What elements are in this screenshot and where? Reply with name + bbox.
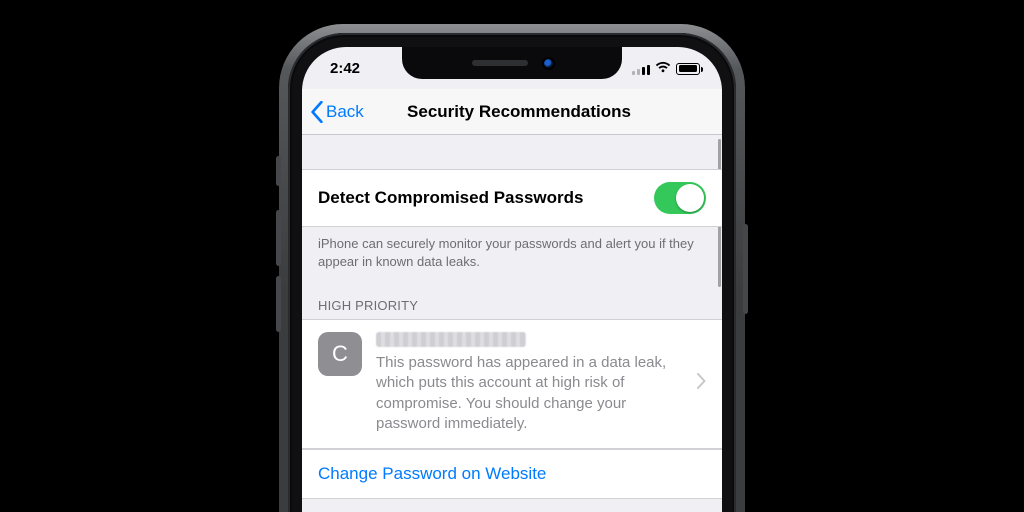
status-indicators (632, 60, 700, 77)
detect-compromised-switch[interactable] (654, 182, 706, 214)
status-time: 2:42 (330, 60, 360, 77)
phone-bezel: 2:42 Security Recommendations Back (288, 33, 736, 512)
battery-icon (676, 63, 700, 75)
account-title-redacted (376, 332, 526, 347)
content[interactable]: Detect Compromised Passwords iPhone can … (302, 135, 722, 512)
chevron-left-icon (310, 101, 324, 123)
wifi-icon (655, 60, 671, 77)
switch-knob (676, 184, 704, 212)
page-title: Security Recommendations (302, 89, 722, 135)
high-priority-header: HIGH PRIORITY (302, 292, 722, 319)
cellular-signal-icon (632, 63, 650, 75)
navigation-bar: Security Recommendations Back (302, 89, 722, 135)
volume-down-button (276, 276, 281, 332)
account-body: This password has appeared in a data lea… (376, 332, 683, 434)
detect-compromised-row[interactable]: Detect Compromised Passwords (302, 169, 722, 227)
volume-up-button (276, 210, 281, 266)
account-description: This password has appeared in a data lea… (376, 353, 679, 434)
disclosure-indicator (697, 373, 710, 394)
side-button (743, 224, 748, 314)
account-row[interactable]: C This password has appeared in a data l… (302, 319, 722, 449)
section-gap (302, 135, 722, 169)
change-password-link[interactable]: Change Password on Website (302, 449, 722, 499)
status-bar: 2:42 (302, 47, 722, 89)
screen: 2:42 Security Recommendations Back (302, 47, 722, 512)
ring-switch (276, 156, 281, 186)
chevron-right-icon (697, 373, 706, 389)
back-label: Back (326, 102, 364, 122)
account-avatar: C (318, 332, 362, 376)
detect-compromised-label: Detect Compromised Passwords (318, 188, 583, 208)
phone-frame: 2:42 Security Recommendations Back (279, 24, 745, 512)
change-password-label: Change Password on Website (318, 464, 546, 483)
back-button[interactable]: Back (310, 89, 364, 135)
stage: 2:42 Security Recommendations Back (0, 0, 1024, 512)
detect-footer-note: iPhone can securely monitor your passwor… (302, 227, 722, 292)
